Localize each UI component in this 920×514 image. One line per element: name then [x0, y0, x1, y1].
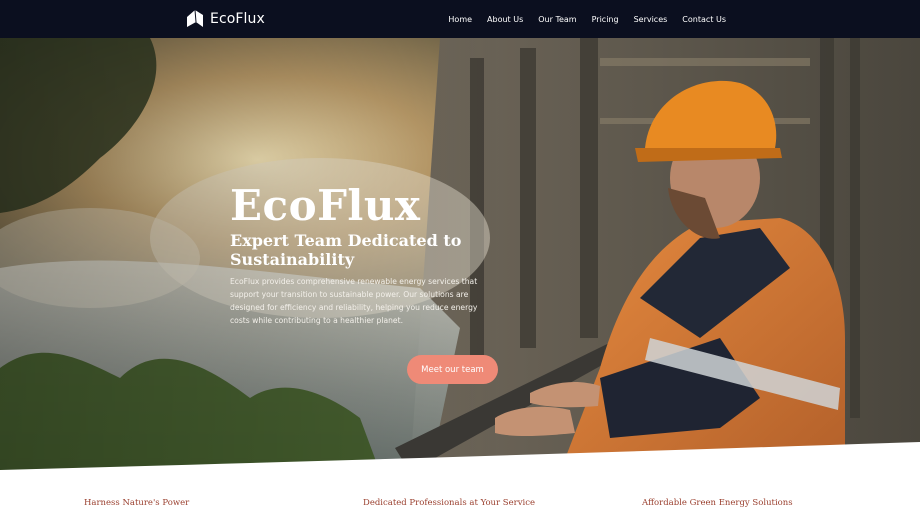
feature-title-dedicated-professionals: Dedicated Professionals at Your Service — [363, 498, 536, 508]
nav-link-contact-us[interactable]: Contact Us — [682, 15, 726, 24]
features-row: Harness Nature's Power Dedicated Profess… — [0, 498, 920, 514]
hero-bottom-wave — [0, 442, 920, 472]
hero-section: EcoFlux Expert Team Dedicated to Sustain… — [0, 38, 920, 472]
meet-our-team-button[interactable]: Meet our team — [407, 355, 498, 384]
hero-subtitle: Expert Team Dedicated to Sustainability — [230, 231, 462, 269]
hero-content: EcoFlux Expert Team Dedicated to Sustain… — [230, 183, 500, 327]
brand-logo[interactable]: EcoFlux — [186, 9, 265, 28]
feature-title-harness-natures-power: Harness Nature's Power — [84, 498, 190, 508]
nav-link-about-us[interactable]: About Us — [487, 15, 523, 24]
top-navigation-bar: EcoFlux Home About Us Our Team Pricing S… — [0, 0, 920, 38]
feature-title-affordable-green-energy: Affordable Green Energy Solutions — [642, 498, 793, 508]
hero-description: EcoFlux provides comprehensive renewable… — [230, 277, 478, 325]
brand-name: EcoFlux — [210, 10, 265, 27]
house-leaf-icon — [187, 9, 203, 27]
nav-link-pricing[interactable]: Pricing — [592, 15, 619, 24]
nav-link-home[interactable]: Home — [448, 15, 472, 24]
nav-link-services[interactable]: Services — [634, 15, 668, 24]
main-menu: Home About Us Our Team Pricing Services … — [448, 0, 726, 38]
hero-title: EcoFlux — [230, 181, 421, 230]
nav-link-our-team[interactable]: Our Team — [538, 15, 576, 24]
